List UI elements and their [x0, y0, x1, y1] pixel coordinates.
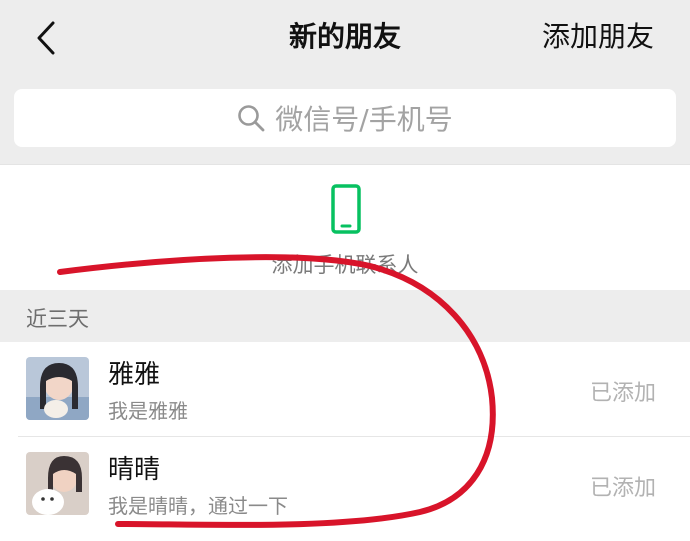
- new-friends-screen: 新的朋友 添加朋友 微信号/手机号 添加手机联系人 近三天 雅雅 我是雅雅 已添…: [0, 0, 690, 541]
- section-header: 近三天: [0, 290, 690, 342]
- avatar: [26, 357, 89, 420]
- added-status: 已添加: [589, 381, 656, 406]
- add-phone-contacts-label: 添加手机联系人: [271, 253, 419, 277]
- search-area: 微信号/手机号: [0, 76, 690, 164]
- search-input[interactable]: 微信号/手机号: [14, 89, 676, 147]
- friend-request-list: 雅雅 我是雅雅 已添加 晴晴 我是晴晴，通过一下 已添加: [0, 342, 690, 541]
- friend-request-row[interactable]: 雅雅 我是雅雅 已添加: [0, 342, 690, 437]
- search-placeholder: 微信号/手机号: [275, 103, 453, 136]
- friend-message: 我是晴晴，通过一下: [108, 494, 288, 518]
- added-status: 已添加: [589, 476, 656, 501]
- search-icon: [238, 105, 265, 132]
- friend-name: 晴晴: [108, 455, 161, 485]
- friend-request-row[interactable]: 晴晴 我是晴晴，通过一下 已添加: [0, 437, 690, 531]
- phone-icon: [331, 184, 361, 234]
- add-phone-contacts-button[interactable]: 添加手机联系人: [0, 164, 690, 290]
- avatar: [26, 452, 89, 515]
- section-title: 近三天: [26, 307, 89, 331]
- add-friend-button[interactable]: 添加朋友: [542, 18, 654, 56]
- friend-name: 雅雅: [108, 360, 161, 390]
- friend-message: 我是雅雅: [108, 399, 188, 423]
- top-navigation-bar: 新的朋友 添加朋友: [0, 0, 690, 76]
